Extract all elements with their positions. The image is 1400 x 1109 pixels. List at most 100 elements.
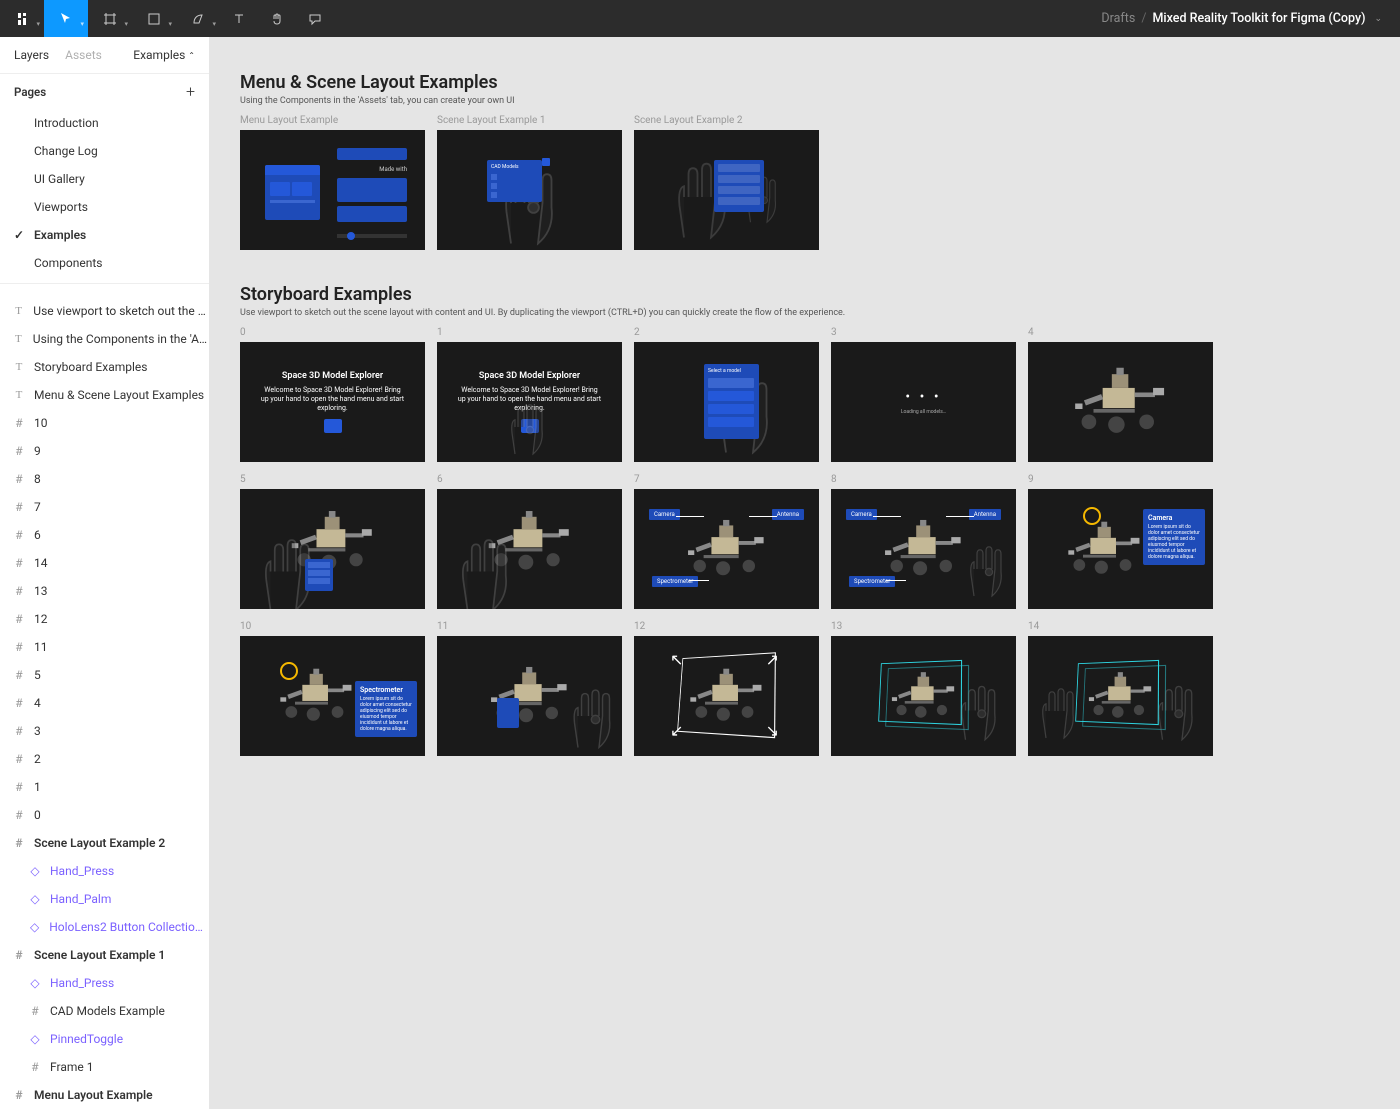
layer-icon: #: [12, 1088, 26, 1102]
tab-layers[interactable]: Layers: [14, 48, 49, 62]
frame[interactable]: CameraLorem ipsum sit do dolor amet cons…: [1028, 489, 1213, 609]
layer-item[interactable]: ◇Hand_Press: [0, 857, 209, 885]
frame[interactable]: Camera Antenna Spectrometer: [634, 489, 819, 609]
layer-item[interactable]: #4: [0, 689, 209, 717]
frame[interactable]: Camera Antenna Spectrometer: [831, 489, 1016, 609]
frame-label[interactable]: 4: [1028, 327, 1213, 338]
frame[interactable]: [1028, 636, 1213, 756]
frame-column: Scene Layout Example 2: [634, 115, 819, 250]
frame[interactable]: [1028, 342, 1213, 462]
frame-tool[interactable]: ▾: [88, 0, 132, 37]
move-tool[interactable]: ▾: [44, 0, 88, 37]
page-item[interactable]: Change Log: [0, 137, 209, 165]
layer-item[interactable]: #3: [0, 717, 209, 745]
layer-item[interactable]: #CAD Models Example: [0, 997, 209, 1025]
breadcrumb-title[interactable]: Mixed Reality Toolkit for Figma (Copy): [1152, 11, 1365, 26]
comment-tool[interactable]: [296, 0, 334, 37]
frame-label[interactable]: 0: [240, 327, 425, 338]
frame[interactable]: Made with: [240, 130, 425, 250]
tab-assets[interactable]: Assets: [65, 48, 102, 62]
frame[interactable]: ↖ ↗ ↙ ↘: [634, 636, 819, 756]
frame-label[interactable]: 11: [437, 621, 622, 632]
frame-label[interactable]: 9: [1028, 474, 1213, 485]
page-item[interactable]: Viewports: [0, 193, 209, 221]
frame[interactable]: [240, 489, 425, 609]
frame-column: 10 SpectrometerLorem ipsum sit do dolor …: [240, 621, 425, 756]
frame[interactable]: Space 3D Model ExplorerWelcome to Space …: [240, 342, 425, 462]
layer-label: Hand_Press: [50, 976, 114, 990]
frame[interactable]: [831, 636, 1016, 756]
frame-column: 11: [437, 621, 622, 756]
frame-label[interactable]: 13: [831, 621, 1016, 632]
frame-label[interactable]: 14: [1028, 621, 1213, 632]
frame-label[interactable]: 2: [634, 327, 819, 338]
layer-item[interactable]: #9: [0, 437, 209, 465]
frame[interactable]: [437, 636, 622, 756]
page-label: Examples: [34, 228, 86, 242]
layer-item[interactable]: #11: [0, 633, 209, 661]
layer-item[interactable]: ◇PinnedToggle: [0, 1025, 209, 1053]
chevron-down-icon[interactable]: ⌄: [1374, 14, 1382, 24]
layer-item[interactable]: #Scene Layout Example 2: [0, 829, 209, 857]
text-tool[interactable]: [220, 0, 258, 37]
frame-label[interactable]: 12: [634, 621, 819, 632]
frame-label[interactable]: 7: [634, 474, 819, 485]
layer-item[interactable]: #10: [0, 409, 209, 437]
layer-item[interactable]: ◇Hand_Palm: [0, 885, 209, 913]
layer-item[interactable]: #Frame 1: [0, 1053, 209, 1081]
layer-item[interactable]: #6: [0, 521, 209, 549]
frame-label[interactable]: 10: [240, 621, 425, 632]
frame-column: 5: [240, 474, 425, 609]
pages-dropdown[interactable]: Examples ⌃: [133, 48, 195, 62]
frame[interactable]: SpectrometerLorem ipsum sit do dolor ame…: [240, 636, 425, 756]
layer-item[interactable]: TMenu & Scene Layout Examples: [0, 381, 209, 409]
layer-item[interactable]: ◇HoloLens2 Button Collection 3V: [0, 913, 209, 941]
layer-item[interactable]: #Scene Layout Example 1: [0, 941, 209, 969]
layer-icon: #: [12, 500, 26, 514]
layer-item[interactable]: TUsing the Components in the 'Asse…: [0, 325, 209, 353]
layer-item[interactable]: #Menu Layout Example: [0, 1081, 209, 1109]
frame-label[interactable]: 5: [240, 474, 425, 485]
layer-item[interactable]: #1: [0, 773, 209, 801]
page-item[interactable]: UI Gallery: [0, 165, 209, 193]
page-item[interactable]: ✓Examples: [0, 221, 209, 249]
layer-label: Scene Layout Example 1: [34, 948, 165, 962]
layer-item[interactable]: #0: [0, 801, 209, 829]
frame[interactable]: Select a model: [634, 342, 819, 462]
layer-item[interactable]: ◇Hand_Press: [0, 969, 209, 997]
layer-item[interactable]: #14: [0, 549, 209, 577]
breadcrumb-separator: /: [1141, 11, 1146, 26]
frame-column: 9 CameraLorem ipsum sit do dolor amet co…: [1028, 474, 1213, 609]
menu-button[interactable]: ▾: [0, 0, 44, 37]
layer-item[interactable]: TUse viewport to sketch out the sc…: [0, 297, 209, 325]
frame[interactable]: CAD Models: [437, 130, 622, 250]
frame-label[interactable]: 8: [831, 474, 1016, 485]
frame-label[interactable]: 6: [437, 474, 622, 485]
frame-label[interactable]: 1: [437, 327, 622, 338]
layer-item[interactable]: #7: [0, 493, 209, 521]
frame-label[interactable]: Scene Layout Example 1: [437, 115, 622, 126]
pen-tool[interactable]: ▾: [176, 0, 220, 37]
frame[interactable]: [437, 489, 622, 609]
page-item[interactable]: Components: [0, 249, 209, 277]
hand-tool[interactable]: [258, 0, 296, 37]
rectangle-tool[interactable]: ▾: [132, 0, 176, 37]
frame[interactable]: Space 3D Model ExplorerWelcome to Space …: [437, 342, 622, 462]
frame[interactable]: [634, 130, 819, 250]
layer-item[interactable]: TStoryboard Examples: [0, 353, 209, 381]
breadcrumb-drafts[interactable]: Drafts: [1101, 11, 1135, 26]
page-item[interactable]: Introduction: [0, 109, 209, 137]
frame[interactable]: • • •Loading all models…: [831, 342, 1016, 462]
frame-label[interactable]: Scene Layout Example 2: [634, 115, 819, 126]
frame-column: 8 Camera Antenna Spectrometer: [831, 474, 1016, 609]
layer-item[interactable]: #13: [0, 577, 209, 605]
layer-item[interactable]: #2: [0, 745, 209, 773]
frame-label[interactable]: Menu Layout Example: [240, 115, 425, 126]
canvas[interactable]: Menu & Scene Layout Examples Using the C…: [210, 37, 1400, 1109]
add-page-button[interactable]: +: [186, 82, 195, 101]
layer-item[interactable]: #12: [0, 605, 209, 633]
layer-label: Hand_Press: [50, 864, 114, 878]
frame-label[interactable]: 3: [831, 327, 1016, 338]
layer-item[interactable]: #5: [0, 661, 209, 689]
layer-item[interactable]: #8: [0, 465, 209, 493]
